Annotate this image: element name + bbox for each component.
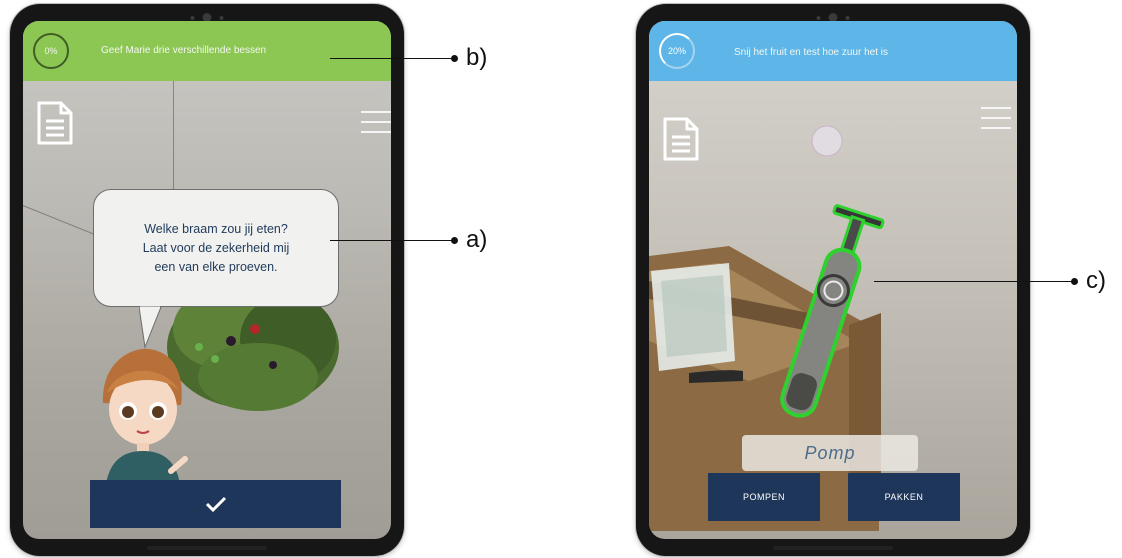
grab-button[interactable]: PAKKEN xyxy=(848,473,960,521)
callout-a-label: a) xyxy=(466,226,488,253)
screen-left: 0% Geef Marie drie verschillende bessen … xyxy=(23,21,391,539)
callout-b-line xyxy=(330,58,454,59)
progress-ring: 0% xyxy=(33,33,69,69)
tablet-left: 0% Geef Marie drie verschillende bessen … xyxy=(10,4,404,556)
menu-icon[interactable] xyxy=(361,111,391,133)
callout-c-dot xyxy=(1071,278,1078,285)
callout-c-line xyxy=(874,281,1074,282)
checkmark-icon xyxy=(205,496,226,513)
menu-icon[interactable] xyxy=(981,107,1011,129)
home-indicator xyxy=(147,546,267,550)
pump-button[interactable]: POMPEN xyxy=(708,473,820,521)
task-text: Geef Marie drie verschillende bessen xyxy=(101,45,267,56)
callout-b-label: b) xyxy=(466,44,488,71)
tablet-right: 20% Snij het fruit en test hoe zuur het … xyxy=(636,4,1030,556)
progress-ring: 20% xyxy=(659,33,695,69)
callout-c-label: c) xyxy=(1086,267,1106,294)
callout-a-line xyxy=(330,240,454,241)
object-name-label: Pomp xyxy=(742,435,918,471)
speech-line: Laat voor de zekerheid mij xyxy=(142,240,290,255)
speech-line: Welke braam zou jij eten? xyxy=(144,221,288,236)
task-text: Snij het fruit en test hoe zuur het is xyxy=(734,47,888,58)
confirm-button[interactable] xyxy=(90,480,341,528)
document-icon[interactable] xyxy=(35,101,75,145)
task-header: 20% Snij het fruit en test hoe zuur het … xyxy=(649,21,1017,81)
document-icon[interactable] xyxy=(661,117,701,161)
marie-avatar xyxy=(102,348,188,493)
home-indicator xyxy=(773,546,893,550)
speech-bubble: Welke braam zou jij eten? Laat voor de z… xyxy=(93,189,339,307)
callout-b-dot xyxy=(451,55,458,62)
task-header: 0% Geef Marie drie verschillende bessen xyxy=(23,21,391,81)
callout-a-dot xyxy=(451,237,458,244)
speech-line: een van elke proeven. xyxy=(154,259,278,274)
screen-right: 20% Snij het fruit en test hoe zuur het … xyxy=(649,21,1017,539)
